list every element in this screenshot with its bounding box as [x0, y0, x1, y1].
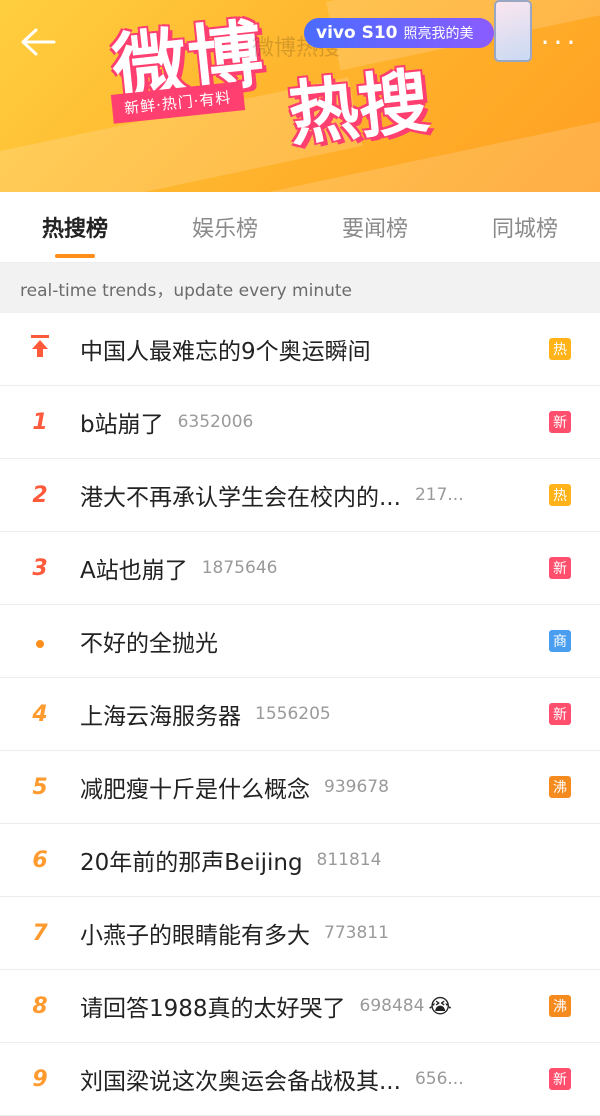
- trend-row[interactable]: 6 20年前的那声Beijing 811814: [0, 824, 600, 897]
- new-badge: 新: [549, 557, 571, 579]
- trend-row[interactable]: 中国人最难忘的9个奥运瞬间 热: [0, 313, 600, 386]
- new-badge: 新: [549, 411, 571, 433]
- heat-count: 656...: [414, 1069, 464, 1089]
- rank-number: 1: [32, 409, 48, 435]
- trend-title: 20年前的那声Beijing: [80, 850, 303, 876]
- update-notice: real-time trends，update every minute: [0, 263, 600, 313]
- heat-count: 1556205: [255, 704, 331, 724]
- dot-icon: [0, 629, 80, 654]
- trend-row[interactable]: 1 b站崩了 6352006 新: [0, 386, 600, 459]
- heat-count: 773811: [324, 923, 389, 943]
- trend-title: 港大不再承认学生会在校内的...: [80, 485, 401, 511]
- ad-banner[interactable]: vivo S10 照亮我的美: [304, 18, 494, 48]
- tab-label: 娱乐榜: [191, 217, 258, 242]
- trend-title: 中国人最难忘的9个奥运瞬间: [80, 339, 371, 365]
- back-button[interactable]: [18, 22, 58, 62]
- ad-badge: 商: [549, 630, 571, 652]
- trend-list: 中国人最难忘的9个奥运瞬间热 1 b站崩了 6352006 新 2 港大不再承认学生会在校内…: [0, 313, 600, 1116]
- active-tab-indicator: [55, 254, 95, 258]
- heat-count: 1875646: [201, 558, 278, 578]
- arrow-left-icon: [21, 28, 56, 56]
- trend-title: 不好的全抛光: [80, 631, 218, 657]
- rank-number: 2: [32, 482, 48, 508]
- heat-count: 939678: [324, 777, 389, 797]
- new-badge: 新: [549, 1068, 571, 1090]
- rank-number: 8: [32, 993, 48, 1019]
- resou-logo-text: 热搜: [284, 59, 433, 157]
- trend-title: 上海云海服务器: [80, 704, 241, 730]
- new-badge: 新: [549, 703, 571, 725]
- tab-local[interactable]: 同城榜: [450, 192, 600, 262]
- trend-row[interactable]: 3 A站也崩了 1875646 新: [0, 532, 600, 605]
- ranking-tabs: 热搜榜 娱乐榜 要闻榜 同城榜: [0, 192, 600, 263]
- tab-entertainment[interactable]: 娱乐榜: [150, 192, 300, 262]
- tab-news[interactable]: 要闻榜: [300, 192, 450, 262]
- boil-badge: 沸: [549, 776, 571, 798]
- rank-number: 9: [32, 1066, 48, 1092]
- ad-brand: vivo S10: [316, 23, 398, 43]
- trend-row[interactable]: 9 刘国梁说这次奥运会备战极其... 656... 新: [0, 1043, 600, 1116]
- more-button[interactable]: ···: [538, 28, 582, 58]
- crying-emoji-icon: 😭: [428, 994, 452, 1018]
- boil-badge: 沸: [549, 995, 571, 1017]
- tab-label: 热搜榜: [41, 217, 108, 242]
- heat-count: 811814: [316, 850, 382, 870]
- tab-hot-search[interactable]: 热搜榜: [0, 192, 150, 262]
- hot-badge: 热: [549, 484, 571, 506]
- trend-title: b站崩了: [80, 412, 164, 438]
- trend-title: 刘国梁说这次奥运会备战极其...: [80, 1069, 401, 1095]
- trend-row[interactable]: 不好的全抛光 商: [0, 605, 600, 678]
- trend-row[interactable]: 8 请回答1988真的太好哭了 698484 😭 沸: [0, 970, 600, 1043]
- tab-label: 同城榜: [491, 217, 558, 242]
- trend-title: 请回答1988真的太好哭了: [80, 996, 346, 1022]
- rank-number: 3: [32, 555, 48, 581]
- trend-title: 减肥瘦十斤是什么概念: [80, 777, 310, 803]
- update-notice-text: real-time trends，update every minute: [20, 280, 353, 301]
- trend-title: 小燕子的眼睛能有多大: [80, 923, 310, 949]
- rank-number: 6: [32, 847, 48, 873]
- rank-number: 4: [32, 701, 48, 727]
- heat-count: 698484: [359, 996, 425, 1016]
- trend-row[interactable]: 7 小燕子的眼睛能有多大 773811: [0, 897, 600, 970]
- tab-label: 要闻榜: [341, 217, 408, 242]
- trend-row[interactable]: 5 减肥瘦十斤是什么概念 939678 沸: [0, 751, 600, 824]
- ad-text: 照亮我的美: [403, 26, 474, 42]
- pin-top-icon: [0, 334, 80, 364]
- heat-count: 6352006: [177, 412, 254, 432]
- rank-number: 7: [32, 920, 48, 946]
- phone-image: [494, 0, 532, 62]
- trend-row[interactable]: 4 上海云海服务器 1556205 新: [0, 678, 600, 751]
- hot-badge: 热: [549, 338, 571, 360]
- more-dots-icon: ···: [540, 26, 580, 59]
- heat-count: 217...: [414, 485, 464, 505]
- hot-search-banner: 微博 热搜 新鲜·热门·有料 微博热搜 vivo S10 照亮我的美 ···: [0, 0, 600, 192]
- trend-title: A站也崩了: [80, 558, 188, 584]
- trend-row[interactable]: 2 港大不再承认学生会在校内的... 217... 热: [0, 459, 600, 532]
- rank-number: 5: [32, 774, 48, 800]
